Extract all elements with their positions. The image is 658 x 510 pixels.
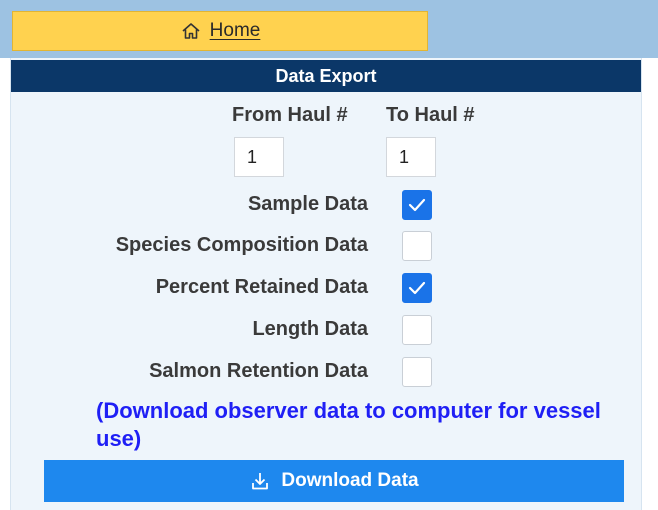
check-icon (408, 281, 426, 295)
download-note: (Download observer data to computer for … (96, 398, 601, 451)
home-icon (180, 20, 202, 42)
length-data-checkbox[interactable] (402, 315, 432, 345)
app-frame: Home Data Export From Haul # To Haul # S… (0, 0, 658, 510)
species-composition-data-label: Species Composition Data (115, 234, 368, 256)
salmon-retention-data-label: Salmon Retention Data (149, 360, 368, 382)
from-haul-input[interactable] (234, 137, 284, 177)
to-haul-label: To Haul # (386, 104, 475, 126)
download-label: Download Data (281, 470, 419, 491)
sample-data-label: Sample Data (247, 193, 368, 215)
check-icon (408, 198, 426, 212)
percent-retained-data-checkbox[interactable] (402, 273, 432, 303)
from-haul-label: From Haul # (232, 104, 348, 126)
home-label: Home (209, 20, 261, 41)
panel-title: Data Export (11, 60, 641, 92)
top-bar: Home (0, 0, 658, 58)
length-data-label: Length Data (252, 318, 368, 340)
home-button[interactable]: Home (12, 11, 428, 51)
percent-retained-data-label: Percent Retained Data (155, 276, 368, 298)
to-haul-input[interactable] (386, 137, 436, 177)
sample-data-checkbox[interactable] (402, 190, 432, 220)
download-data-button[interactable]: Download Data (44, 460, 624, 502)
species-composition-data-checkbox[interactable] (402, 231, 432, 261)
download-icon (249, 470, 271, 492)
salmon-retention-data-checkbox[interactable] (402, 357, 432, 387)
